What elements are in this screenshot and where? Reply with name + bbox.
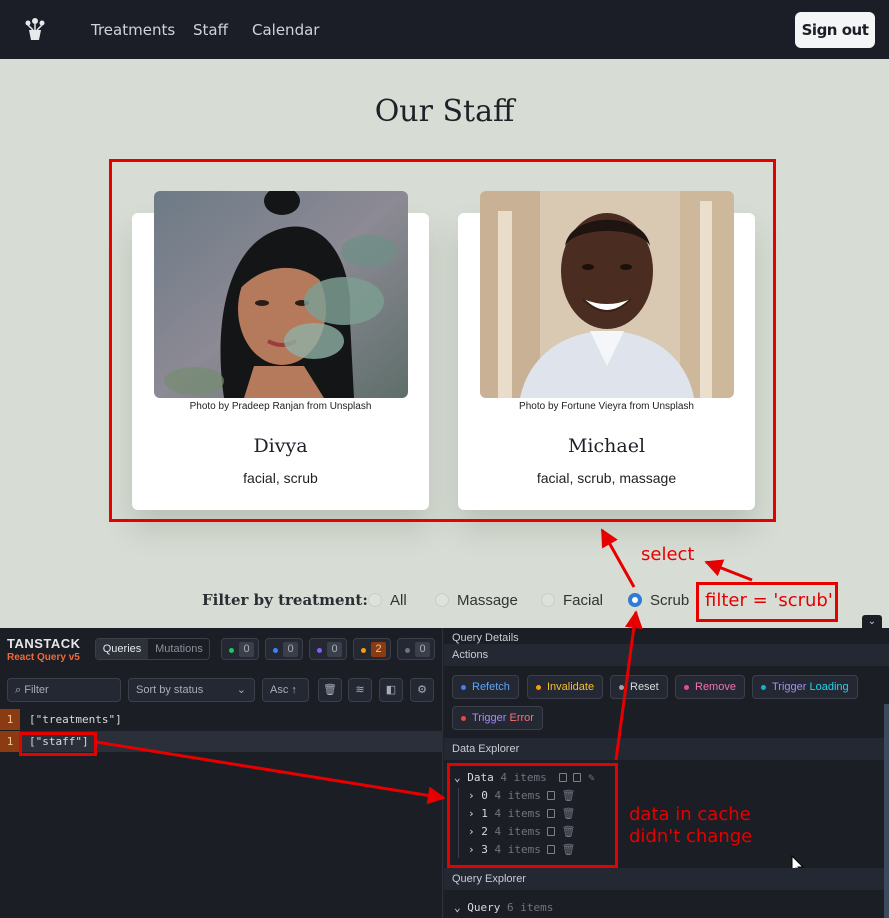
annotation-arrows [95, 528, 753, 805]
